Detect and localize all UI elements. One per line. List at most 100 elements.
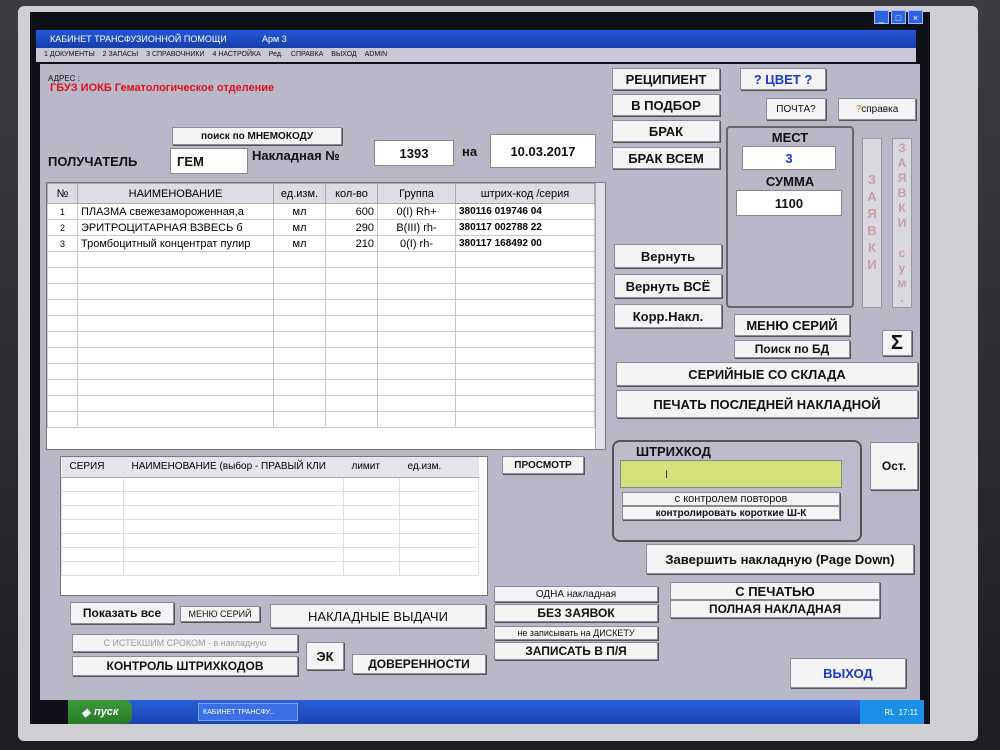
minimize-icon[interactable]: _ (874, 10, 889, 24)
db-search-button[interactable]: Поиск по БД (734, 340, 850, 358)
table-cell-group: 0(I) rh- (377, 235, 456, 252)
color-button[interactable]: ? ЦВЕТ ? (740, 68, 826, 90)
col-barcode[interactable]: штрих-код /серия (455, 183, 595, 204)
exit-button[interactable]: ВЫХОД (790, 658, 906, 688)
series-row[interactable] (61, 476, 479, 492)
table-cell-barcode (455, 251, 595, 268)
series-row[interactable] (61, 532, 479, 548)
ost-button[interactable]: Ост. (870, 442, 918, 490)
powers-of-attorney-button[interactable]: ДОВЕРЕННОСТИ (352, 654, 486, 674)
table-row[interactable] (47, 395, 595, 412)
table-cell-n: 1 (47, 203, 78, 220)
expired-button[interactable]: С ИСТЕКШИМ СРОКОМ - в накладную (72, 634, 298, 652)
col-name[interactable]: НАИМЕНОВАНИЕ (77, 183, 274, 204)
return-all-button[interactable]: Вернуть ВСЁ (614, 274, 722, 298)
ek-button[interactable]: ЭК (306, 642, 344, 670)
to-selection-button[interactable]: В ПОДБОР (612, 94, 720, 116)
series-row[interactable] (61, 504, 479, 520)
col-number[interactable]: № (47, 183, 78, 204)
table-row[interactable] (47, 267, 595, 284)
taskbar-app-item[interactable]: КАБИНЕТ ТРАНСФУ... (198, 703, 298, 721)
barcode-input[interactable]: I (620, 460, 842, 488)
view-button[interactable]: ПРОСМОТР (502, 456, 584, 474)
table-scrollbar[interactable] (595, 183, 605, 449)
invoice-number-field[interactable]: 1393 (374, 140, 454, 166)
full-invoice-toggle[interactable]: ПОЛНАЯ НАКЛАДНАЯ (670, 600, 880, 618)
finish-invoice-button[interactable]: Завершить накладную (Page Down) (646, 544, 914, 574)
language-indicator[interactable]: RL (884, 708, 894, 717)
series-row[interactable] (61, 560, 479, 576)
serial-stock-button[interactable]: СЕРИЙНЫЕ СО СКЛАДА (616, 362, 918, 386)
table-row[interactable] (47, 251, 595, 268)
series-row[interactable] (61, 518, 479, 534)
requests-vertical-button[interactable]: ЗАЯВКИ (862, 138, 882, 308)
issued-invoices-button[interactable]: НАКЛАДНЫЕ ВЫДАЧИ (270, 604, 486, 628)
table-row[interactable] (47, 347, 595, 364)
menu-settings[interactable]: 4 НАСТРОЙКА (213, 48, 261, 62)
table-cell-name (77, 267, 274, 284)
barcode-control-button[interactable]: КОНТРОЛЬ ШТРИХКОДОВ (72, 656, 298, 676)
menu-exit[interactable]: ВЫХОД (331, 48, 356, 62)
maximize-icon[interactable]: □ (891, 10, 906, 24)
with-print-toggle[interactable]: С ПЕЧАТЬЮ (670, 582, 880, 600)
table-row[interactable] (47, 379, 595, 396)
table-row[interactable] (47, 315, 595, 332)
table-cell-unit: мл (273, 203, 326, 220)
invoice-date-field[interactable]: 10.03.2017 (490, 134, 596, 168)
series-row[interactable] (61, 490, 479, 506)
series-menu-small-button[interactable]: МЕНЮ СЕРИЙ (180, 606, 260, 622)
help-button[interactable]: ? справка (838, 98, 916, 120)
table-cell-n (47, 267, 78, 284)
table-row[interactable] (47, 331, 595, 348)
recipient-button[interactable]: РЕЦИПИЕНТ (612, 68, 720, 90)
correct-invoice-button[interactable]: Корр.Накл. (614, 304, 722, 328)
table-row[interactable] (47, 299, 595, 316)
table-header-row: № НАИМЕНОВАНИЕ ед.изм. кол-во Группа штр… (47, 183, 595, 204)
menu-edit[interactable]: Ред. (269, 48, 283, 62)
table-row[interactable] (47, 363, 595, 380)
menu-admin[interactable]: ADMIN (365, 48, 388, 62)
col-group[interactable]: Группа (377, 183, 456, 204)
table-row[interactable]: 1 ПЛАЗМА свежезамороженная,а мл 600 0(I) Rh+… (47, 203, 595, 220)
sigma-button[interactable]: Σ (882, 330, 912, 356)
close-icon[interactable]: × (908, 10, 923, 24)
table-cell-qty: 210 (325, 235, 378, 252)
mnemo-search-button[interactable]: поиск по МНЕМОКОДУ (172, 127, 342, 145)
one-invoice-toggle[interactable]: ОДНА накладная (494, 586, 658, 602)
write-pya-toggle[interactable]: ЗАПИСАТЬ В П/Я (494, 642, 658, 660)
menu-directories[interactable]: 3 СПРАВОЧНИКИ (146, 48, 204, 62)
defect-button[interactable]: БРАК (612, 120, 720, 142)
show-all-button[interactable]: Показать все (70, 602, 174, 624)
col-qty[interactable]: кол-во (325, 183, 378, 204)
table-cell-unit (273, 251, 326, 268)
table-row[interactable]: 2 ЭРИТРОЦИТАРНАЯ ВЗВЕСЬ б мл 290 B(III) rh- 3… (47, 219, 595, 236)
print-last-invoice-button[interactable]: ПЕЧАТЬ ПОСЛЕДНЕЙ НАКЛАДНОЙ (616, 390, 918, 418)
start-button[interactable]: ◆ пуск (68, 700, 132, 724)
table-cell-unit (273, 331, 326, 348)
series-row[interactable] (61, 546, 479, 562)
recipient-field[interactable]: ГЕМ (170, 148, 248, 174)
series-cell (61, 532, 124, 548)
col-unit[interactable]: ед.изм. (273, 183, 326, 204)
return-button[interactable]: Вернуть (614, 244, 722, 268)
menu-help[interactable]: СПРАВКА (291, 48, 323, 62)
short-control-toggle[interactable]: контролировать короткие Ш-К (622, 506, 840, 520)
defect-all-button[interactable]: БРАК ВСЕМ (612, 147, 720, 169)
table-row[interactable] (47, 411, 595, 428)
menu-stocks[interactable]: 2 ЗАПАСЫ (103, 48, 138, 62)
col-series-unit[interactable]: ед.изм. (399, 457, 479, 478)
series-menu-button[interactable]: МЕНЮ СЕРИЙ (734, 314, 850, 336)
repeat-control-toggle[interactable]: с контролем повторов (622, 492, 840, 506)
table-row[interactable] (47, 283, 595, 300)
col-limit[interactable]: лимит (343, 457, 400, 478)
barcode-title: ШТРИХКОД (636, 444, 711, 459)
mail-button[interactable]: ПОЧТА? (766, 98, 826, 120)
table-row[interactable]: 3 Тромбоцитный концентрат пулир мл 210 0(I) … (47, 235, 595, 252)
requests-sum-vertical-button[interactable]: ЗАЯВКИ сум. (892, 138, 912, 308)
no-disk-toggle[interactable]: не записывать на ДИСКЕТУ (494, 626, 658, 640)
col-series[interactable]: СЕРИЯ (61, 457, 124, 478)
series-cell (343, 546, 400, 562)
col-series-name[interactable]: НАИМЕНОВАНИЕ (выбор - ПРАВЫЙ КЛИ (123, 457, 344, 478)
no-requests-toggle[interactable]: БЕЗ ЗАЯВОК (494, 604, 658, 622)
menu-documents[interactable]: 1 ДОКУМЕНТЫ (44, 48, 95, 62)
